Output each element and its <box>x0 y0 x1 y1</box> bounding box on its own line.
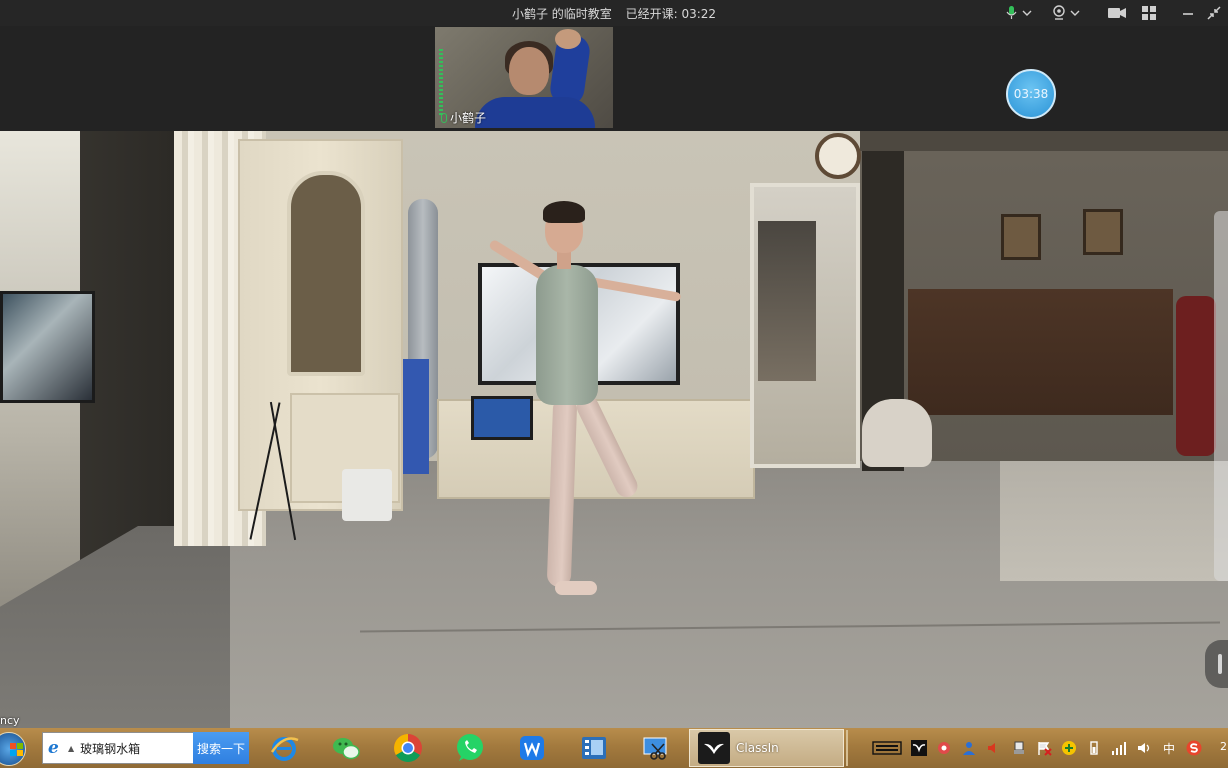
taskbar-app-classin[interactable]: ClassIn <box>689 729 844 767</box>
classin-window: 小鹤子 的临时教室 已经开课: 03:22 小鹤子 03:38 ncy e ▲ … <box>0 0 1228 768</box>
wechat-icon <box>333 738 360 760</box>
taskbar-app-whatsapp[interactable] <box>450 731 490 765</box>
webcam-icon <box>1053 5 1080 20</box>
ie-icon <box>270 737 299 761</box>
wifi-signal-icon[interactable] <box>1111 740 1127 756</box>
taskbar-app-chrome[interactable] <box>388 731 428 765</box>
keyboard-icon[interactable] <box>872 740 902 756</box>
scene-wall-clock <box>815 133 861 179</box>
grid-icon <box>1142 6 1156 20</box>
scene-picture-frame <box>1001 214 1041 260</box>
classin-tray-icon[interactable] <box>911 740 927 756</box>
class-timer[interactable]: 03:38 <box>1006 69 1056 119</box>
classin-label: ClassIn <box>736 741 779 755</box>
wps-icon <box>520 736 544 760</box>
window-title: 小鹤子 的临时教室 已经开课: 03:22 <box>0 5 1228 22</box>
title-bar: 小鹤子 的临时教室 已经开课: 03:22 <box>0 0 1228 26</box>
taskbar-clock[interactable]: 2 <box>1220 740 1227 753</box>
video-overlay-text: ncy <box>0 714 20 727</box>
scene-bag <box>862 399 932 467</box>
scene-cabinet-glass <box>287 171 365 376</box>
video-toggle[interactable] <box>1106 3 1128 23</box>
dancer-arm-right <box>589 277 682 302</box>
whatsapp-icon <box>457 734 483 761</box>
ime-indicator[interactable]: 中 <box>1161 740 1177 756</box>
shrink-icon <box>1207 6 1221 20</box>
teacher-video-tile[interactable]: 小鹤子 <box>435 27 613 128</box>
dancer-torso <box>536 265 598 405</box>
usb-device-icon[interactable] <box>1011 740 1027 756</box>
start-button[interactable] <box>0 732 26 766</box>
scene-blue-stand <box>403 359 429 474</box>
windows-logo-icon <box>10 743 23 756</box>
search-button[interactable]: 搜索一下 <box>193 732 249 764</box>
scene-reflection-tv <box>0 291 95 403</box>
teacher-shirt <box>475 97 595 128</box>
flower-tray-icon[interactable] <box>936 740 952 756</box>
scene-sideboard <box>908 289 1173 415</box>
scene-picture-frame <box>1083 209 1123 255</box>
windows-taskbar: e ▲ 玻璃钢水箱 搜索一下 ClassIn 中 2 <box>0 728 1228 768</box>
scene-tripod <box>256 391 296 541</box>
teacher-name-label: 小鹤子 <box>441 109 486 126</box>
classin-logo-icon <box>698 732 730 764</box>
dancer <box>460 201 700 601</box>
scene-chair <box>1176 296 1216 456</box>
elapsed-time: 03:22 <box>681 7 717 21</box>
teacher-face <box>509 47 549 95</box>
shield-plus-icon[interactable] <box>1061 740 1077 756</box>
minimize-icon <box>1183 13 1193 15</box>
camera-dropdown[interactable] <box>1050 3 1084 23</box>
chrome-icon <box>394 734 422 762</box>
minimize-button[interactable] <box>1178 3 1198 23</box>
taskbar-app-wechat[interactable] <box>326 731 366 765</box>
taskbar-separator <box>846 730 848 766</box>
taskbar-app-wps[interactable] <box>512 731 552 765</box>
volume-meter <box>439 49 443 115</box>
dancer-leg-left <box>546 396 578 588</box>
side-toolbar-toggle[interactable] <box>1205 640 1228 688</box>
student-video-feed[interactable]: ncy <box>0 131 1228 728</box>
volume-icon[interactable] <box>1136 740 1152 756</box>
dancer-leg-right <box>573 392 642 501</box>
search-input[interactable]: 玻璃钢水箱 <box>80 740 140 757</box>
network-user-tray-icon[interactable] <box>961 740 977 756</box>
teacher-hand <box>555 29 581 49</box>
mic-indicator-icon <box>441 112 447 123</box>
timer-value: 03:38 <box>1013 87 1049 101</box>
teacher-name: 小鹤子 <box>450 111 487 125</box>
side-panel-handle[interactable] <box>1214 211 1228 581</box>
microphone-icon <box>1006 6 1032 19</box>
taskbar-app-screenshot[interactable] <box>636 731 676 765</box>
video-camera-icon <box>1108 8 1126 18</box>
classroom-name: 小鹤子 的临时教室 <box>511 7 612 21</box>
elapsed-label-text: 已经开课: <box>625 7 678 21</box>
scene-ceiling <box>860 131 1228 151</box>
dancer-foot <box>555 581 597 595</box>
scene-bucket <box>342 469 392 521</box>
flag-alert-icon[interactable] <box>1036 740 1052 756</box>
search-engine-icon: e <box>48 738 59 758</box>
sogou-input-icon[interactable] <box>1186 740 1202 756</box>
taskbar-app-video-editor[interactable] <box>574 731 614 765</box>
microphone-dropdown[interactable] <box>1004 3 1036 23</box>
exit-fullscreen-button[interactable] <box>1204 3 1224 23</box>
system-tray: 中 <box>872 736 1202 760</box>
speaker-alert-icon[interactable] <box>986 740 1002 756</box>
search-dropdown-icon[interactable]: ▲ <box>68 744 74 753</box>
dancer-hair <box>543 201 585 223</box>
layout-toggle[interactable] <box>1139 3 1159 23</box>
taskbar-search-box[interactable]: e ▲ 玻璃钢水箱 <box>42 732 194 764</box>
taskbar-app-ie[interactable] <box>264 731 304 765</box>
scene-mirror-reflection <box>758 221 816 381</box>
scissors-icon <box>643 737 667 760</box>
elapsed-label: 已经开课: 03:22 <box>626 7 716 21</box>
scene-floor-right <box>1000 461 1228 581</box>
film-icon <box>582 737 606 759</box>
battery-icon[interactable] <box>1086 740 1102 756</box>
